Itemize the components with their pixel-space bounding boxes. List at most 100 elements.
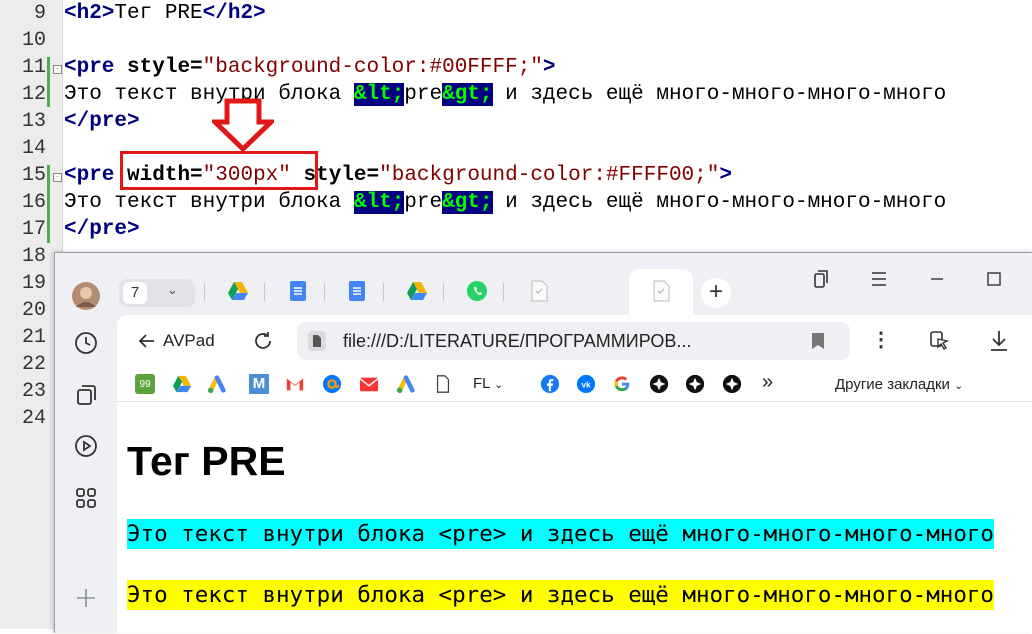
change-marker: [47, 57, 50, 107]
text-token: Это текст внутри блока: [64, 191, 354, 214]
gmail-icon[interactable]: [285, 374, 305, 394]
google-docs-icon[interactable]: [287, 280, 309, 302]
star-badge-icon[interactable]: [722, 374, 742, 394]
back-label: AVPad: [163, 331, 215, 350]
line-number: 20: [21, 299, 46, 322]
fold-toggle-icon[interactable]: -: [53, 65, 62, 74]
google-docs-icon[interactable]: [346, 280, 368, 302]
back-button[interactable]: AVPad: [137, 331, 215, 351]
line-number: 9: [33, 2, 46, 25]
code-line-17: </pre>: [64, 218, 140, 241]
tab-strip: 7 ⌄ +: [117, 253, 1032, 315]
bookmarks-bar: 99 M FL ⌄ vk » Другие закладки ⌄: [117, 369, 1032, 401]
text-token: Это текст внутри блока: [64, 83, 354, 106]
line-number: 17: [21, 218, 46, 241]
code-line-9: <h2>Тег PRE</h2>: [64, 1, 266, 27]
vk-icon[interactable]: vk: [576, 374, 596, 394]
other-bookmarks-folder[interactable]: Другие закладки ⌄: [835, 376, 963, 393]
line-number: 11: [21, 56, 46, 79]
browser-sidebar: [55, 253, 117, 633]
bookmarks-panel-icon[interactable]: [808, 265, 836, 293]
tag-token: <h2>: [64, 2, 115, 25]
tag-token: </h2>: [202, 2, 266, 25]
google-drive-icon[interactable]: [227, 280, 249, 302]
tag-token: <pre: [64, 164, 115, 187]
line-number: 12: [21, 83, 46, 106]
code-line-11: <pre style="background-color:#00FFFF;">: [64, 55, 556, 81]
star-badge-icon[interactable]: [649, 374, 669, 394]
pre-block-cyan: Это текст внутри блока <pre> и здесь ещё…: [127, 519, 994, 549]
profile-avatar[interactable]: [72, 282, 100, 310]
entity-token: &gt;: [442, 83, 493, 106]
text-token: pre: [404, 191, 443, 214]
bookmark-99-badge-icon[interactable]: 99: [135, 374, 155, 394]
download-icon[interactable]: [988, 329, 1010, 353]
browser-window: 7 ⌄ + AVPad file:///D:/LITERATURE/ПРОГРА…: [54, 252, 1032, 633]
attr-token: style=: [127, 56, 203, 79]
google-ads-icon[interactable]: [396, 374, 416, 394]
line-number: 23: [21, 380, 46, 403]
m-bookmark-icon[interactable]: M: [249, 374, 269, 394]
line-number: 13: [21, 110, 46, 133]
text-token: и здесь ещё много-много-много-много: [492, 191, 947, 214]
collections-icon[interactable]: [74, 383, 98, 407]
google-drive-icon[interactable]: [172, 374, 192, 394]
active-tab[interactable]: [629, 269, 693, 315]
line-number: 21: [21, 326, 46, 349]
google-drive-icon[interactable]: [406, 280, 428, 302]
page-heading: Тег PRE: [127, 438, 286, 484]
page-icon[interactable]: [433, 374, 453, 394]
code-line-16: Это текст внутри блока &lt;pre&gt; и зде…: [64, 190, 946, 216]
browser-content: AVPad file:///D:/LITERATURE/ПРОГРАММИРОВ…: [117, 315, 1032, 633]
bookmark-icon[interactable]: [811, 332, 825, 350]
line-number: 24: [21, 407, 46, 430]
mail-at-icon[interactable]: [322, 374, 342, 394]
highlight-box-annotation: [120, 151, 318, 190]
line-number: 14: [21, 137, 46, 160]
down-arrow-annotation-icon: [212, 98, 274, 152]
file-tab-icon: [653, 280, 670, 302]
bookmark-folder-fl[interactable]: FL ⌄: [473, 375, 503, 392]
folder-fl-label: FL: [473, 375, 490, 392]
arrow-left-icon: [138, 334, 154, 348]
yandex-mail-icon[interactable]: [359, 374, 379, 394]
svg-text:vk: vk: [581, 381, 591, 390]
entity-token: &lt;: [353, 83, 405, 106]
history-icon[interactable]: [74, 331, 98, 355]
line-number: 10: [21, 29, 46, 52]
chevron-down-icon[interactable]: ⌄: [167, 282, 178, 298]
code-line-13: </pre>: [64, 110, 140, 133]
google-ads-icon[interactable]: [207, 374, 227, 394]
tab-separator: [383, 283, 384, 301]
tab-group[interactable]: 7 ⌄: [119, 279, 195, 307]
star-badge-icon[interactable]: [685, 374, 705, 394]
apps-grid-icon[interactable]: [74, 486, 98, 510]
extensions-icon[interactable]: [928, 329, 952, 353]
tag-token: <pre: [64, 56, 115, 79]
tag-token: >: [719, 164, 732, 187]
menu-icon[interactable]: [865, 265, 893, 293]
reload-icon[interactable]: [252, 330, 274, 352]
file-tab-icon[interactable]: [528, 280, 550, 302]
play-icon[interactable]: [74, 434, 98, 458]
string-token: "background-color:#FFFF00;": [379, 164, 720, 187]
address-bar[interactable]: file:///D:/LITERATURE/ПРОГРАММИРОВ...: [297, 322, 850, 360]
file-icon[interactable]: [308, 331, 326, 351]
more-bookmarks-button[interactable]: »: [762, 371, 773, 394]
pre-block-yellow: Это текст внутри блока <pre> и здесь ещё…: [127, 580, 994, 610]
text-token: pre: [404, 83, 443, 106]
google-icon[interactable]: [612, 374, 632, 394]
more-options-icon[interactable]: ⋮: [871, 327, 891, 352]
facebook-icon[interactable]: [540, 374, 560, 394]
whatsapp-icon[interactable]: [466, 280, 488, 302]
line-number: 18: [21, 245, 46, 268]
tab-separator: [503, 283, 504, 301]
string-token: "background-color:#00FFFF;": [202, 56, 543, 79]
maximize-button[interactable]: [980, 265, 1008, 293]
tab-separator: [264, 283, 265, 301]
new-tab-button[interactable]: +: [701, 278, 731, 308]
other-bookmarks-label: Другие закладки: [835, 376, 950, 393]
add-panel-icon[interactable]: [74, 586, 98, 610]
fold-toggle-icon[interactable]: -: [53, 173, 62, 182]
minimize-button[interactable]: [923, 265, 951, 293]
